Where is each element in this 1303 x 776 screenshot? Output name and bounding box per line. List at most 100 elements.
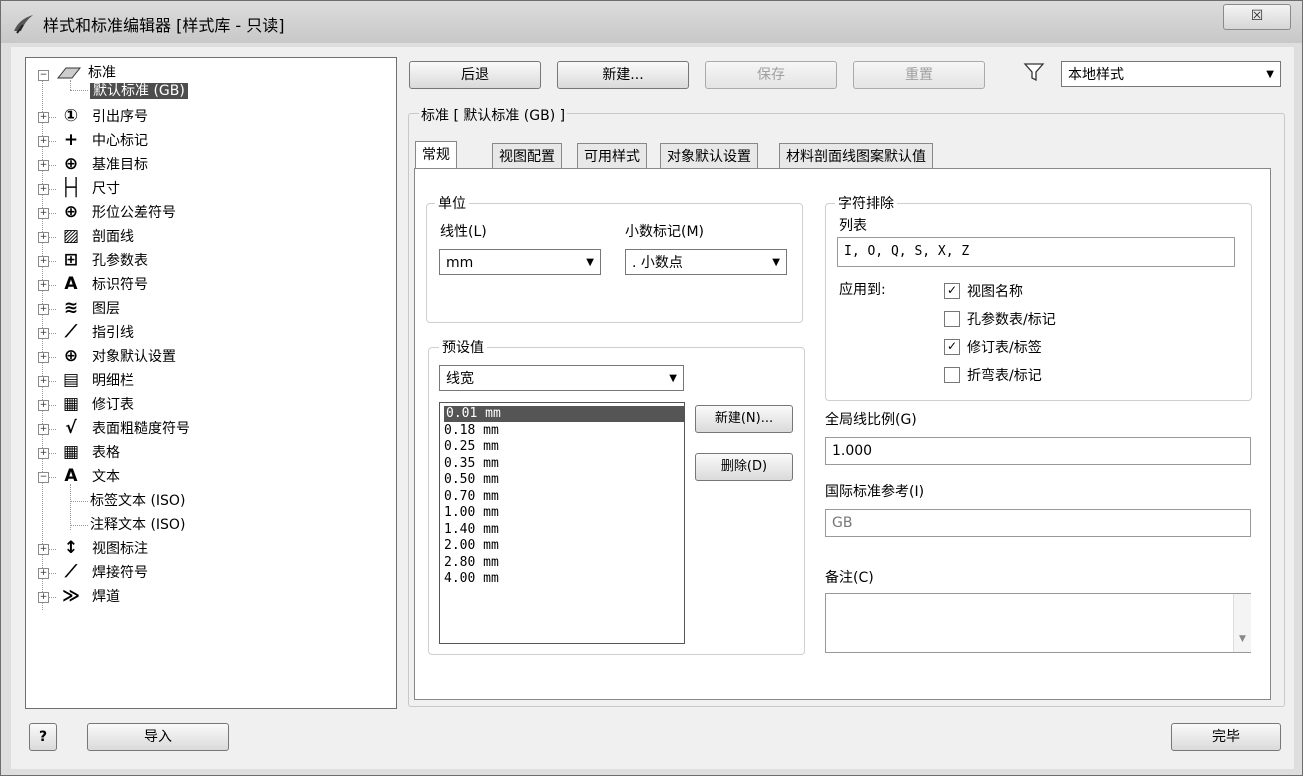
tree-item[interactable]: 对象默认设置 — [92, 346, 176, 368]
tab-available-styles[interactable]: 可用样式 — [577, 143, 647, 170]
help-button[interactable]: ? — [29, 723, 57, 751]
done-button[interactable]: 完毕 — [1171, 723, 1281, 751]
linear-unit-value: mm — [446, 255, 474, 271]
new-preset-button[interactable]: 新建(N)... — [695, 405, 793, 433]
window-title: 样式和标准编辑器 [样式库 - 只读] — [43, 16, 285, 35]
tree-item[interactable]: 修订表 — [92, 394, 134, 416]
tab-material-hatch-defaults[interactable]: 材料剖面线图案默认值 — [779, 143, 933, 170]
scroll-down-icon[interactable]: ▼ — [1234, 634, 1251, 644]
tree-item[interactable]: 中心标记 — [92, 130, 148, 152]
preset-value-item[interactable]: 0.18 mm — [444, 423, 499, 439]
checkbox[interactable]: ✓ — [944, 339, 960, 355]
tree-item[interactable]: 图层 — [92, 298, 120, 320]
preset-value-item[interactable]: 0.35 mm — [444, 456, 499, 472]
preset-type-select[interactable]: 线宽 ▼ — [439, 365, 684, 391]
preset-value-item[interactable]: 2.80 mm — [444, 555, 499, 571]
import-button[interactable]: 导入 — [87, 723, 229, 751]
checkbox-label: 折弯表/标记 — [967, 368, 1042, 384]
tree-item[interactable]: 形位公差符号 — [92, 202, 176, 224]
general-tab-page: 单位 线性(L) mm ▼ 小数标记(M) . 小数点 ▼ 预设值 线宽 ▼ 0.01… — [414, 168, 1271, 700]
checkbox[interactable] — [944, 311, 960, 327]
decimal-marker-label: 小数标记(M) — [625, 224, 705, 240]
tree-item-text-style[interactable]: 标签文本 (ISO) — [90, 490, 185, 512]
global-scale-field[interactable]: 1.000 — [825, 437, 1251, 465]
preset-value-item[interactable]: 4.00 mm — [444, 571, 499, 587]
standard-icon — [56, 67, 82, 79]
reset-button[interactable]: 重置 — [853, 61, 985, 89]
tree-item-default-standard-gb[interactable]: 默认标准 (GB) — [90, 80, 188, 102]
tree-item-label: 尺寸 — [92, 181, 120, 197]
tree-item[interactable]: 标识符号 — [92, 274, 148, 296]
layers-icon: ≋ — [63, 298, 79, 318]
preset-value-item[interactable]: 2.00 mm — [444, 538, 499, 554]
preset-value-item[interactable]: 0.25 mm — [444, 439, 499, 455]
tree-item-label: 文本 — [92, 469, 120, 485]
checkbox-label: 孔参数表/标记 — [967, 312, 1056, 328]
chevron-down-icon: ▼ — [772, 257, 780, 268]
decimal-marker-select[interactable]: . 小数点 ▼ — [625, 249, 787, 275]
tree-item[interactable]: 焊道 — [92, 586, 120, 608]
collapse-icon[interactable]: − — [38, 70, 49, 81]
checkbox[interactable] — [944, 367, 960, 383]
tree-item-label: 标识符号 — [92, 277, 148, 293]
tree-item[interactable]: 孔参数表 — [92, 250, 148, 272]
preset-value-item[interactable]: 0.01 mm — [444, 406, 685, 422]
tree-item[interactable]: 明细栏 — [92, 370, 134, 392]
tree-item[interactable]: 视图标注 — [92, 538, 148, 560]
identifier-symbol-icon: A — [64, 274, 78, 294]
save-button[interactable]: 保存 — [705, 61, 837, 89]
style-tree[interactable]: − 标准 默认标准 (GB) + ① 引出序号 + + 中心标记 + ⊕ 基准目标 + ├┤ 尺寸 + ⊕… — [25, 57, 397, 709]
chevron-down-icon: ▼ — [669, 373, 677, 384]
tree-item[interactable]: 表格 — [92, 442, 120, 464]
tree-item[interactable]: 尺寸 — [92, 178, 120, 200]
tab-view-preferences[interactable]: 视图配置 — [492, 143, 562, 170]
preset-values-list[interactable]: 0.01 mm 0.18 mm 0.25 mm 0.35 mm 0.50 mm 0.70 … — [439, 402, 685, 644]
notes-scrollbar[interactable]: ▼ — [1233, 594, 1251, 652]
dimension-icon: ├┤ — [60, 178, 82, 198]
preset-value-item[interactable]: 1.00 mm — [444, 505, 499, 521]
tree-item-text-style[interactable]: 注释文本 (ISO) — [90, 514, 185, 536]
tree-item-label: 剖面线 — [92, 229, 134, 245]
tree-item-label: 焊接符号 — [92, 565, 148, 581]
notes-field[interactable] — [825, 593, 1251, 653]
apply-to-label: 应用到: — [839, 282, 886, 298]
tree-item-label: 标准 — [88, 65, 116, 81]
tree-item-label: 标签文本 (ISO) — [90, 493, 186, 509]
tree-item[interactable]: 引出序号 — [92, 106, 148, 128]
checkbox[interactable]: ✓ — [944, 283, 960, 299]
tree-item-label: 中心标记 — [92, 133, 148, 149]
hatch-icon: ▨ — [62, 226, 80, 246]
datum-target-icon: ⊕ — [63, 154, 79, 174]
close-button[interactable]: ☒ — [1223, 4, 1291, 30]
title-bar: 样式和标准编辑器 [样式库 - 只读] ☒ — [1, 1, 1302, 43]
feature-control-frame-icon: ⊕ — [63, 202, 79, 222]
tree-item[interactable]: 文本 — [92, 466, 120, 488]
globe-icon: ⊕ — [63, 346, 79, 366]
new-button[interactable]: 新建... — [557, 61, 689, 89]
linear-unit-select[interactable]: mm ▼ — [439, 249, 601, 275]
char-exclusion-group-title: 字符排除 — [835, 193, 897, 213]
delete-preset-button[interactable]: 删除(D) — [695, 453, 793, 481]
back-button[interactable]: 后退 — [409, 61, 541, 89]
preset-value-item[interactable]: 1.40 mm — [444, 522, 499, 538]
tab-object-defaults[interactable]: 对象默认设置 — [660, 143, 758, 170]
preset-value-item[interactable]: 0.50 mm — [444, 472, 499, 488]
linear-label: 线性(L) — [440, 224, 487, 240]
tree-item[interactable]: 表面粗糙度符号 — [92, 418, 190, 440]
style-filter-select[interactable]: 本地样式 ▼ — [1061, 61, 1281, 87]
intl-reference-field[interactable]: GB — [825, 509, 1251, 537]
tree-item[interactable]: 剖面线 — [92, 226, 134, 248]
tree-item[interactable]: 基准目标 — [92, 154, 148, 176]
tree-item[interactable]: 指引线 — [92, 322, 134, 344]
preset-value-item[interactable]: 0.70 mm — [444, 489, 499, 505]
filter-icon[interactable] — [1023, 61, 1045, 83]
exclusion-list-field[interactable]: I, O, Q, S, X, Z — [837, 237, 1235, 267]
weld-bead-icon: ≫ — [62, 586, 80, 606]
tree-item[interactable]: 焊接符号 — [92, 562, 148, 584]
tree-item-label: 默认标准 (GB) — [90, 83, 188, 99]
tree-item-label: 注释文本 (ISO) — [90, 517, 186, 533]
tab-general[interactable]: 常规 — [415, 141, 457, 170]
tree-item-label: 表面粗糙度符号 — [92, 421, 190, 437]
tree-item-label: 表格 — [92, 445, 120, 461]
leader-icon: ⟋ — [65, 322, 77, 342]
